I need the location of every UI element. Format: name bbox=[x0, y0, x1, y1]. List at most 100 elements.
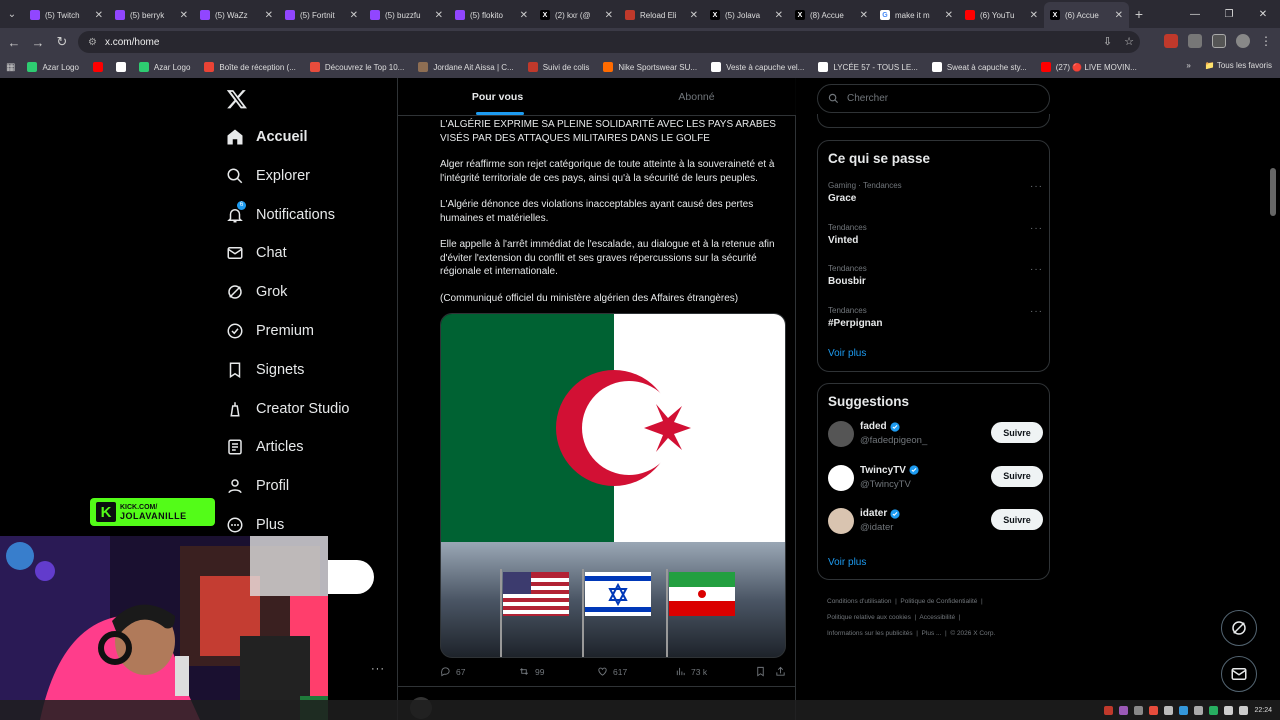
tray-icon[interactable] bbox=[1104, 705, 1114, 715]
network-icon[interactable] bbox=[1224, 705, 1234, 715]
bookmark-item[interactable] bbox=[92, 62, 108, 72]
trend-more-icon[interactable]: ··· bbox=[1030, 264, 1043, 275]
suggestion-item[interactable]: faded @fadedpigeon_ Suivre bbox=[828, 419, 1043, 449]
page-scrollbar-thumb[interactable] bbox=[1270, 168, 1276, 216]
bookmark-item[interactable]: Jordane Ait Aissa | C... bbox=[418, 62, 514, 72]
apps-grid-icon[interactable]: ▦ bbox=[6, 62, 15, 73]
trend-item[interactable]: Tendances Vinted ··· bbox=[828, 223, 1043, 246]
restore-button[interactable]: ❐ bbox=[1212, 0, 1246, 28]
tab-close-icon[interactable]: ✕ bbox=[180, 10, 188, 21]
site-info-icon[interactable]: ⚙ bbox=[88, 37, 97, 48]
bookmark-item[interactable]: LYCÉE 57 - TOUS LE... bbox=[818, 62, 918, 72]
follow-button[interactable]: Suivre bbox=[991, 422, 1043, 443]
suggestions-show-more-link[interactable]: Voir plus bbox=[828, 557, 866, 568]
tweet-image[interactable] bbox=[440, 313, 786, 658]
minimize-button[interactable]: — bbox=[1178, 0, 1212, 28]
trend-more-icon[interactable]: ··· bbox=[1030, 306, 1043, 317]
tray-icon[interactable] bbox=[1134, 705, 1144, 715]
tab-pour-vous[interactable]: Pour vous bbox=[398, 78, 597, 115]
tray-icon[interactable] bbox=[1149, 705, 1159, 715]
browser-tab[interactable]: (5) berryk ✕ bbox=[109, 2, 194, 28]
follow-button[interactable]: Suivre bbox=[991, 465, 1043, 487]
browser-tab[interactable]: X (6) Accue ✕ bbox=[1044, 2, 1129, 28]
nav-item-chat[interactable]: Chat bbox=[226, 244, 287, 262]
x-logo-icon[interactable] bbox=[226, 88, 248, 110]
account-more-icon[interactable]: ··· bbox=[371, 663, 385, 675]
tab-close-icon[interactable]: ✕ bbox=[775, 10, 783, 21]
extension-icon[interactable] bbox=[1164, 34, 1178, 48]
extensions-puzzle-icon[interactable] bbox=[1212, 34, 1226, 48]
follow-button[interactable]: Suivre bbox=[991, 509, 1043, 530]
avatar[interactable] bbox=[828, 464, 854, 491]
like-button[interactable]: 617 bbox=[597, 666, 675, 677]
bookmark-item[interactable]: Azar Logo bbox=[138, 62, 190, 72]
views-button[interactable]: 73 k bbox=[675, 666, 755, 677]
volume-icon[interactable] bbox=[1239, 705, 1249, 715]
browser-tab[interactable]: X (5) Jolava ✕ bbox=[704, 2, 789, 28]
tab-close-icon[interactable]: ✕ bbox=[95, 10, 103, 21]
bookmark-star-icon[interactable]: ☆ bbox=[1124, 35, 1134, 48]
browser-tab[interactable]: (5) flokito ✕ bbox=[449, 2, 534, 28]
tab-search-button[interactable]: ⌄ bbox=[0, 0, 24, 28]
tab-close-icon[interactable]: ✕ bbox=[350, 10, 358, 21]
tab-close-icon[interactable]: ✕ bbox=[945, 10, 953, 21]
tab-close-icon[interactable]: ✕ bbox=[690, 10, 698, 21]
trend-item[interactable]: Tendances #Perpignan ··· bbox=[828, 306, 1043, 329]
browser-tab[interactable]: X (2) kxr (@ ✕ bbox=[534, 2, 619, 28]
messages-floating-button[interactable] bbox=[1221, 656, 1257, 692]
tab-close-icon[interactable]: ✕ bbox=[1030, 10, 1038, 21]
nav-item-premium[interactable]: Premium bbox=[226, 322, 314, 340]
tray-icon[interactable] bbox=[1164, 705, 1174, 715]
tray-icon[interactable] bbox=[1119, 705, 1129, 715]
close-window-button[interactable]: ✕ bbox=[1246, 0, 1280, 28]
back-icon[interactable]: ← bbox=[2, 35, 26, 50]
suggestion-item[interactable]: TwincyTV @TwincyTV Suivre bbox=[828, 463, 1043, 493]
browser-tab[interactable]: (6) YouTu ✕ bbox=[959, 2, 1044, 28]
nav-item-grok[interactable]: Grok bbox=[226, 283, 287, 301]
footer-link[interactable]: Accessibilité bbox=[919, 614, 955, 621]
footer-link[interactable]: Conditions d'utilisation bbox=[827, 598, 891, 605]
footer-link[interactable]: Politique de Confidentialité bbox=[900, 598, 977, 605]
browser-tab[interactable]: (5) Twitch ✕ bbox=[24, 2, 109, 28]
all-bookmarks-folder[interactable]: 📁 Tous les favoris bbox=[1205, 61, 1272, 70]
bookmark-item[interactable]: Nike Sportswear SU... bbox=[603, 62, 697, 72]
trend-more-icon[interactable]: ··· bbox=[1030, 181, 1043, 192]
tab-close-icon[interactable]: ✕ bbox=[265, 10, 273, 21]
nav-item-notifications[interactable]: 6 Notifications bbox=[226, 200, 335, 224]
browser-menu-icon[interactable]: ⋮ bbox=[1260, 34, 1272, 48]
repost-button[interactable]: 99 bbox=[518, 666, 597, 677]
bookmark-item[interactable]: Azar Logo bbox=[27, 62, 79, 72]
tab-abonne[interactable]: Abonné bbox=[597, 78, 796, 115]
bookmark-item[interactable] bbox=[115, 62, 131, 72]
nav-item-accueil[interactable]: Accueil bbox=[226, 128, 308, 146]
install-app-icon[interactable]: ⇩ bbox=[1103, 35, 1112, 48]
nvidia-icon[interactable] bbox=[1209, 705, 1219, 715]
nav-item-plus[interactable]: Plus bbox=[226, 516, 284, 534]
bookmark-item[interactable]: Découvrez le Top 10... bbox=[309, 62, 404, 72]
browser-tab[interactable]: (5) Fortnit ✕ bbox=[279, 2, 364, 28]
trends-show-more-link[interactable]: Voir plus bbox=[828, 348, 866, 359]
bookmarks-overflow-icon[interactable]: » bbox=[1186, 61, 1190, 70]
bookmark-item[interactable]: Sweat à capuche sty... bbox=[931, 62, 1027, 72]
avatar[interactable] bbox=[828, 508, 854, 534]
bookmark-item[interactable]: Suivi de colis bbox=[527, 62, 589, 72]
url-bar[interactable]: ⚙ x.com/home bbox=[78, 31, 1140, 53]
clock[interactable]: 22:24 bbox=[1254, 707, 1272, 714]
browser-tab[interactable]: (5) WaZz ✕ bbox=[194, 2, 279, 28]
trend-item[interactable]: Gaming · Tendances Grace ··· bbox=[828, 181, 1043, 204]
reload-icon[interactable]: ↻ bbox=[50, 34, 74, 50]
tab-close-icon[interactable]: ✕ bbox=[1115, 10, 1123, 21]
search-input[interactable]: Chercher bbox=[817, 84, 1050, 113]
nav-item-profil[interactable]: Profil bbox=[226, 477, 289, 495]
suggestion-item[interactable]: idater @idater Suivre bbox=[828, 506, 1043, 536]
footer-link[interactable]: Plus ... bbox=[922, 630, 942, 637]
tray-icon[interactable] bbox=[1194, 705, 1204, 715]
trend-more-icon[interactable]: ··· bbox=[1030, 223, 1043, 234]
browser-tab[interactable]: Reload Eli ✕ bbox=[619, 2, 704, 28]
extension-icon[interactable] bbox=[1188, 34, 1202, 48]
bookmark-item[interactable]: Veste à capuche vel... bbox=[711, 62, 804, 72]
nav-item-articles[interactable]: Articles bbox=[226, 438, 304, 456]
profile-avatar[interactable] bbox=[1236, 34, 1250, 48]
new-tab-button[interactable]: + bbox=[1129, 6, 1149, 22]
browser-tab[interactable]: X (8) Accue ✕ bbox=[789, 2, 874, 28]
